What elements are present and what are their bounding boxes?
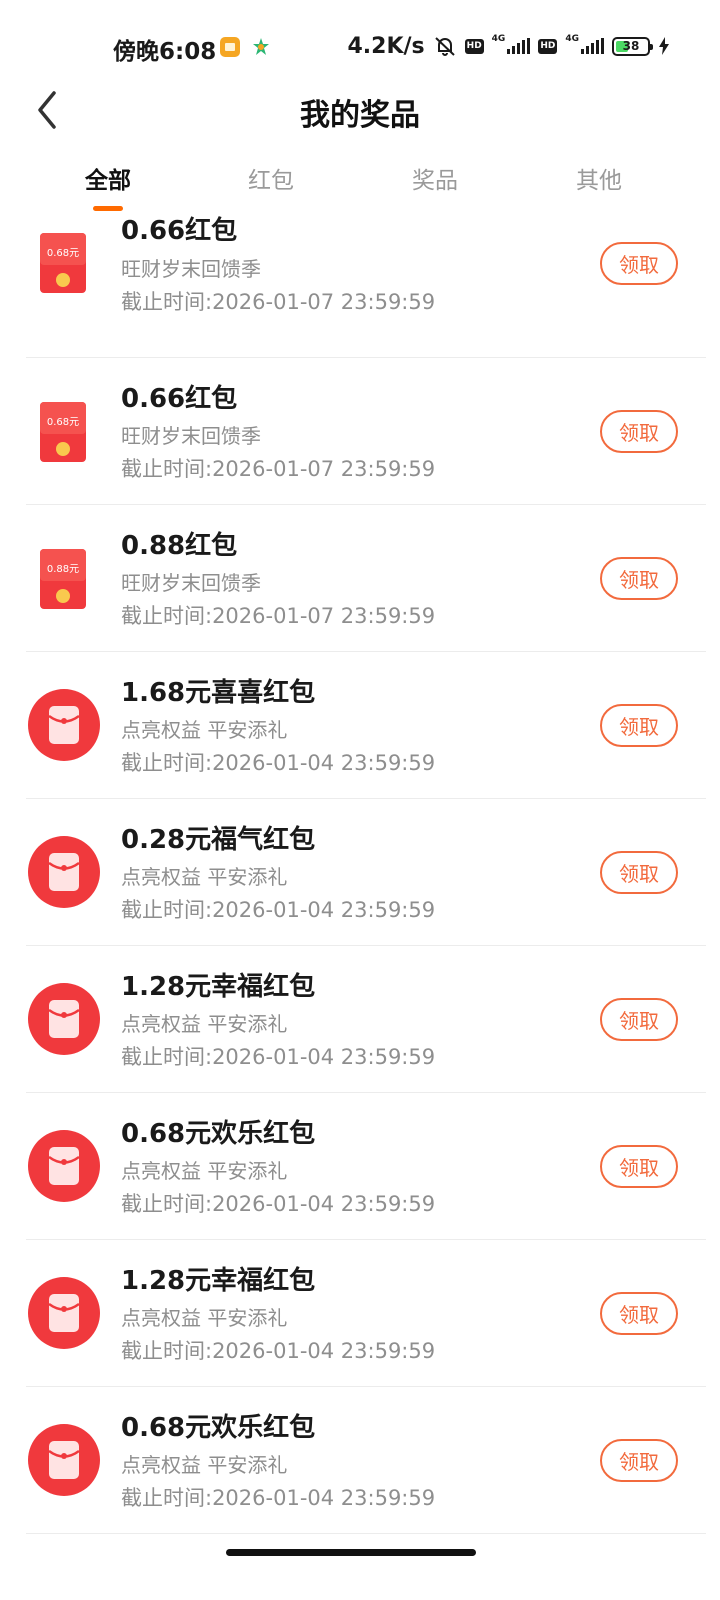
prize-list: 0.68元 0.66红包 旺财岁末回馈季 截止时间:2026-01-07 23:… [26,211,706,1534]
item-expire: 截止时间:2026-01-04 23:59:59 [121,1486,436,1510]
notes-app-icon [220,37,240,57]
list-item: 1.28元幸福红包 点亮权益 平安添礼 截止时间:2026-01-04 23:5… [26,1240,706,1387]
envelope-card-icon: 0.68元 [40,233,86,293]
list-item: 0.28元福气红包 点亮权益 平安添礼 截止时间:2026-01-04 23:5… [26,799,706,946]
status-right-group: 4.2K/s HD 4G HD 4G 38 [348,32,671,60]
claim-button[interactable]: 领取 [600,410,678,453]
home-indicator[interactable] [226,1549,476,1556]
network-type: 4G [491,34,506,44]
item-title: 1.68元喜喜红包 [121,678,316,708]
charging-bolt-icon [659,37,669,55]
network-speed: 4.2K/s [347,33,425,59]
item-expire: 截止时间:2026-01-07 23:59:59 [121,457,436,481]
item-source: 旺财岁末回馈季 [121,571,261,595]
item-expire: 截止时间:2026-01-04 23:59:59 [121,751,436,775]
nav-bar: 我的奖品 [0,80,720,140]
hd-badge-icon-2: HD [538,38,558,54]
red-envelope-round-icon [28,1130,100,1202]
item-source: 点亮权益 平安添礼 [121,1012,288,1036]
item-expire: 截止时间:2026-01-04 23:59:59 [121,898,436,922]
item-title: 0.88红包 [121,531,238,561]
red-envelope-round-icon [28,1424,100,1496]
item-source: 点亮权益 平安添礼 [121,865,288,889]
list-item: 1.68元喜喜红包 点亮权益 平安添礼 截止时间:2026-01-04 23:5… [26,652,706,799]
envelope-value-label: 0.68元 [47,417,79,428]
claim-button[interactable]: 领取 [600,1292,678,1335]
claim-button[interactable]: 领取 [600,557,678,600]
status-bar: 傍晚6:08 4.2K/s HD 4G HD 4G 38 [0,0,720,90]
item-expire: 截止时间:2026-01-07 23:59:59 [121,290,436,314]
item-source: 点亮权益 平安添礼 [121,1159,288,1183]
status-time: 傍晚6:08 [113,39,217,65]
list-item: 0.68元欢乐红包 点亮权益 平安添礼 截止时间:2026-01-04 23:5… [26,1387,706,1534]
red-envelope-round-icon [28,689,100,761]
battery-level: 38 [622,39,640,53]
list-item: 0.68元 0.66红包 旺财岁末回馈季 截止时间:2026-01-07 23:… [26,358,706,505]
item-source: 点亮权益 平安添礼 [121,1453,288,1477]
red-envelope-round-icon [28,983,100,1055]
claim-button[interactable]: 领取 [600,242,678,285]
item-expire: 截止时间:2026-01-07 23:59:59 [121,604,436,628]
page-title: 我的奖品 [300,98,420,133]
list-item: 0.68元欢乐红包 点亮权益 平安添礼 截止时间:2026-01-04 23:5… [26,1093,706,1240]
item-title: 0.66红包 [121,384,238,414]
item-source: 点亮权益 平安添礼 [121,1306,288,1330]
signal-icon-2 [581,38,604,54]
item-title: 1.28元幸福红包 [121,1266,316,1296]
list-item: 0.88元 0.88红包 旺财岁末回馈季 截止时间:2026-01-07 23:… [26,505,706,652]
item-title: 0.68元欢乐红包 [121,1119,316,1149]
tab-others[interactable]: 其他 [539,161,659,195]
claim-button[interactable]: 领取 [600,851,678,894]
tab-all[interactable]: 全部 [48,161,168,195]
claim-button[interactable]: 领取 [600,1145,678,1188]
item-expire: 截止时间:2026-01-04 23:59:59 [121,1045,436,1069]
hd-badge-icon: HD [464,38,484,54]
item-source: 旺财岁末回馈季 [121,257,261,281]
tab-prizes[interactable]: 奖品 [375,161,495,195]
item-title: 0.66红包 [121,216,238,246]
list-item: 0.68元 0.66红包 旺财岁末回馈季 截止时间:2026-01-07 23:… [26,211,706,358]
envelope-card-icon: 0.68元 [40,402,86,462]
battery-icon: 38 [612,36,653,56]
item-source: 旺财岁末回馈季 [121,424,261,448]
item-source: 点亮权益 平安添礼 [121,718,288,742]
item-expire: 截止时间:2026-01-04 23:59:59 [121,1339,436,1363]
tab-bar: 全部 红包 奖品 其他 [0,155,720,211]
red-envelope-round-icon [28,836,100,908]
mute-bell-icon [434,37,455,56]
envelope-value-label: 0.68元 [47,248,79,259]
item-expire: 截止时间:2026-01-04 23:59:59 [121,1192,436,1216]
list-item: 1.28元幸福红包 点亮权益 平安添礼 截止时间:2026-01-04 23:5… [26,946,706,1093]
item-title: 0.68元欢乐红包 [121,1413,316,1443]
red-envelope-round-icon [28,1277,100,1349]
item-title: 1.28元幸福红包 [121,972,316,1002]
item-title: 0.28元福气红包 [121,825,316,855]
envelope-card-icon: 0.88元 [40,549,86,609]
network-type-2: 4G [565,34,579,44]
claim-button[interactable]: 领取 [600,998,678,1041]
claim-button[interactable]: 领取 [600,1439,678,1482]
tab-red-packets[interactable]: 红包 [211,161,331,195]
signal-icon [507,38,531,54]
claim-button[interactable]: 领取 [600,704,678,747]
envelope-value-label: 0.88元 [47,564,79,575]
app-notification-icon [253,38,269,55]
